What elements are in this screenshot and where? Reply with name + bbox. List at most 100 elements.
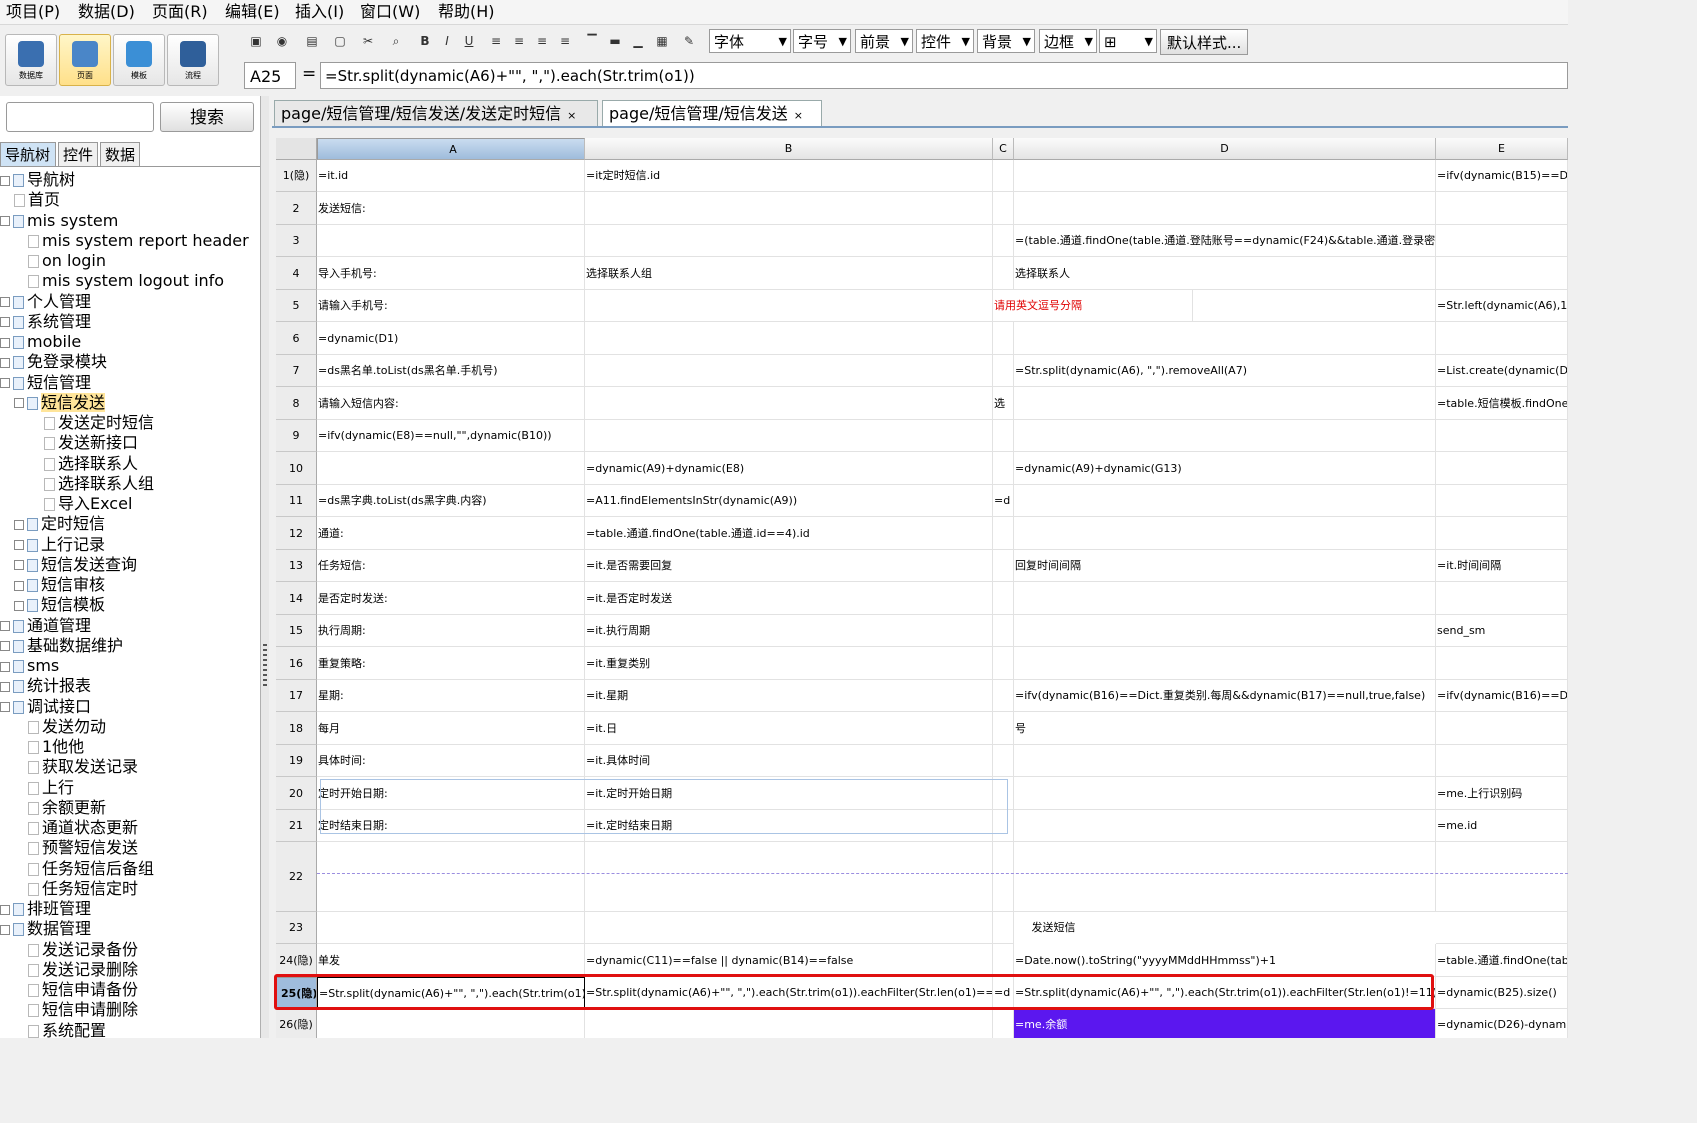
cell-D16[interactable] bbox=[1014, 647, 1436, 680]
row-header[interactable]: 6 bbox=[276, 322, 317, 355]
page-button[interactable]: 页面 bbox=[59, 34, 111, 86]
expand-toggle-icon[interactable] bbox=[0, 641, 10, 652]
tree-node[interactable]: mis system report header bbox=[28, 231, 249, 251]
expand-toggle-icon[interactable] bbox=[0, 904, 10, 915]
search-input[interactable] bbox=[6, 102, 154, 132]
grid-corner[interactable] bbox=[276, 138, 317, 160]
cell-C4[interactable] bbox=[993, 257, 1014, 290]
cell-B7[interactable] bbox=[585, 355, 993, 387]
tree-node[interactable]: 短信申请备份 bbox=[28, 980, 138, 1000]
row-header[interactable]: 3 bbox=[276, 225, 317, 257]
column-header[interactable]: A bbox=[317, 138, 585, 160]
cell-C24[interactable] bbox=[993, 944, 1014, 977]
cell-B19[interactable]: =it.具体时间 bbox=[585, 745, 993, 777]
cell-C17[interactable] bbox=[993, 680, 1014, 712]
expand-toggle-icon[interactable] bbox=[0, 216, 10, 226]
cell-A5[interactable]: 请输入手机号: bbox=[317, 290, 585, 322]
row-header[interactable]: 12 bbox=[276, 517, 317, 550]
tab-controls[interactable]: 控件 bbox=[58, 142, 98, 166]
expand-toggle-icon[interactable] bbox=[0, 378, 10, 388]
cell-A14[interactable]: 是否定时发送: bbox=[317, 582, 585, 615]
preview-icon[interactable]: ▤ bbox=[304, 32, 320, 50]
cell-E8[interactable]: =table.短信模板.findOne( bbox=[1436, 387, 1568, 420]
cell-A24[interactable]: 单发 bbox=[317, 944, 585, 977]
cell-C7[interactable] bbox=[993, 355, 1014, 387]
background-select[interactable]: 背景 ▼ bbox=[977, 29, 1035, 53]
cell-B8[interactable] bbox=[585, 387, 993, 420]
cell-E24[interactable]: =table.通道.findOne(table bbox=[1436, 944, 1568, 977]
tree-node[interactable]: 基础数据维护 bbox=[0, 636, 123, 656]
cell-E7[interactable]: =List.create(dynamic(D7) bbox=[1436, 355, 1568, 387]
cell-E18[interactable] bbox=[1436, 712, 1568, 745]
expand-toggle-icon[interactable] bbox=[14, 580, 24, 591]
row-header[interactable]: 17 bbox=[276, 680, 317, 712]
tree-node[interactable]: 统计报表 bbox=[0, 676, 91, 696]
cell-C18[interactable] bbox=[993, 712, 1014, 745]
tree-node[interactable]: 上行记录 bbox=[14, 535, 105, 555]
expand-toggle-icon[interactable] bbox=[0, 175, 10, 186]
cell-D13[interactable]: 回复时间间隔 bbox=[1014, 550, 1436, 582]
tree-node[interactable]: 定时短信 bbox=[14, 514, 105, 534]
column-header[interactable]: C bbox=[993, 138, 1014, 160]
cell-A10[interactable] bbox=[317, 452, 585, 485]
tree-node[interactable]: 短信发送查询 bbox=[14, 555, 137, 575]
close-icon[interactable]: × bbox=[567, 109, 576, 122]
cell-A1[interactable]: =it.id bbox=[317, 160, 585, 192]
cell-B9[interactable] bbox=[585, 420, 993, 452]
row-header[interactable]: 14 bbox=[276, 582, 317, 615]
cell-E4[interactable] bbox=[1436, 257, 1568, 290]
print-preview-icon[interactable]: ▢ bbox=[332, 32, 348, 50]
expand-toggle-icon[interactable] bbox=[14, 540, 24, 550]
cell-D23[interactable]: 发送短信 bbox=[993, 912, 1113, 944]
tree-node[interactable]: on login bbox=[28, 251, 106, 271]
cell-C15[interactable] bbox=[993, 615, 1014, 647]
cell-C26[interactable] bbox=[993, 1009, 1014, 1038]
cell-C5[interactable]: 请用英文逗号分隔 bbox=[993, 290, 1193, 322]
tree-node[interactable]: 导入Excel bbox=[44, 494, 132, 514]
cell-E21[interactable]: =me.id bbox=[1436, 810, 1568, 842]
tree-node[interactable]: 导航树 bbox=[0, 170, 75, 190]
tree-node[interactable]: 短信管理 bbox=[0, 373, 91, 393]
cell-A3[interactable] bbox=[317, 225, 585, 257]
expand-toggle-icon[interactable] bbox=[0, 924, 10, 935]
cell-C11[interactable]: =d bbox=[993, 485, 1014, 517]
cell-D2[interactable] bbox=[1014, 192, 1436, 225]
column-header[interactable]: E bbox=[1436, 138, 1568, 160]
cell-E2[interactable] bbox=[1436, 192, 1568, 225]
align-center-icon[interactable]: ≡ bbox=[511, 32, 527, 50]
spreadsheet-grid[interactable]: A B C D E 1(隐) =it.id =it定时短信.id =ifv(dynamic(B1… bbox=[276, 138, 1568, 1038]
row-header[interactable]: 20 bbox=[276, 777, 317, 810]
cell-C6[interactable] bbox=[993, 322, 1014, 355]
expand-toggle-icon[interactable] bbox=[14, 560, 24, 571]
tree-node[interactable]: 短信发送 bbox=[14, 392, 106, 413]
cell-B12[interactable]: =table.通道.findOne(table.通道.id==4).id bbox=[585, 517, 993, 550]
cell-D19[interactable] bbox=[1014, 745, 1436, 777]
refresh-icon[interactable]: ◉ bbox=[274, 32, 290, 50]
cell-C22[interactable] bbox=[993, 842, 1014, 912]
tree-node[interactable]: 通道管理 bbox=[0, 616, 91, 636]
cell-C16[interactable] bbox=[993, 647, 1014, 680]
row-header[interactable]: 4 bbox=[276, 257, 317, 290]
cell-D15[interactable] bbox=[1014, 615, 1436, 647]
cell-D3[interactable]: =(table.通道.findOne(table.通道.登陆账号==dynami… bbox=[1014, 225, 1436, 257]
tree-node[interactable]: 上行 bbox=[28, 778, 74, 798]
tree-node[interactable]: 选择联系人 bbox=[44, 454, 138, 474]
tree-node[interactable]: 任务短信后备组 bbox=[28, 859, 154, 879]
expand-toggle-icon[interactable] bbox=[14, 600, 24, 611]
cell-B18[interactable]: =it.日 bbox=[585, 712, 993, 745]
cell-C12[interactable] bbox=[993, 517, 1014, 550]
row-header[interactable]: 10 bbox=[276, 452, 317, 485]
underline-icon[interactable]: U bbox=[461, 32, 477, 50]
cell-D18[interactable]: 号 bbox=[1014, 712, 1436, 745]
cell-B6[interactable] bbox=[585, 322, 993, 355]
foreground-select[interactable]: 前景 ▼ bbox=[855, 29, 913, 53]
template-button[interactable]: 模板 bbox=[113, 34, 165, 86]
expand-toggle-icon[interactable] bbox=[0, 702, 10, 712]
cell-A17[interactable]: 星期: bbox=[317, 680, 585, 712]
row-header[interactable]: 23 bbox=[276, 912, 317, 944]
font-select[interactable]: 字体 ▼ bbox=[709, 29, 791, 53]
cell-A2[interactable]: 发送短信: bbox=[317, 192, 585, 225]
database-button[interactable]: 数据库 bbox=[5, 34, 57, 86]
cell-E16[interactable] bbox=[1436, 647, 1568, 680]
align-right-icon[interactable]: ≡ bbox=[534, 32, 550, 50]
